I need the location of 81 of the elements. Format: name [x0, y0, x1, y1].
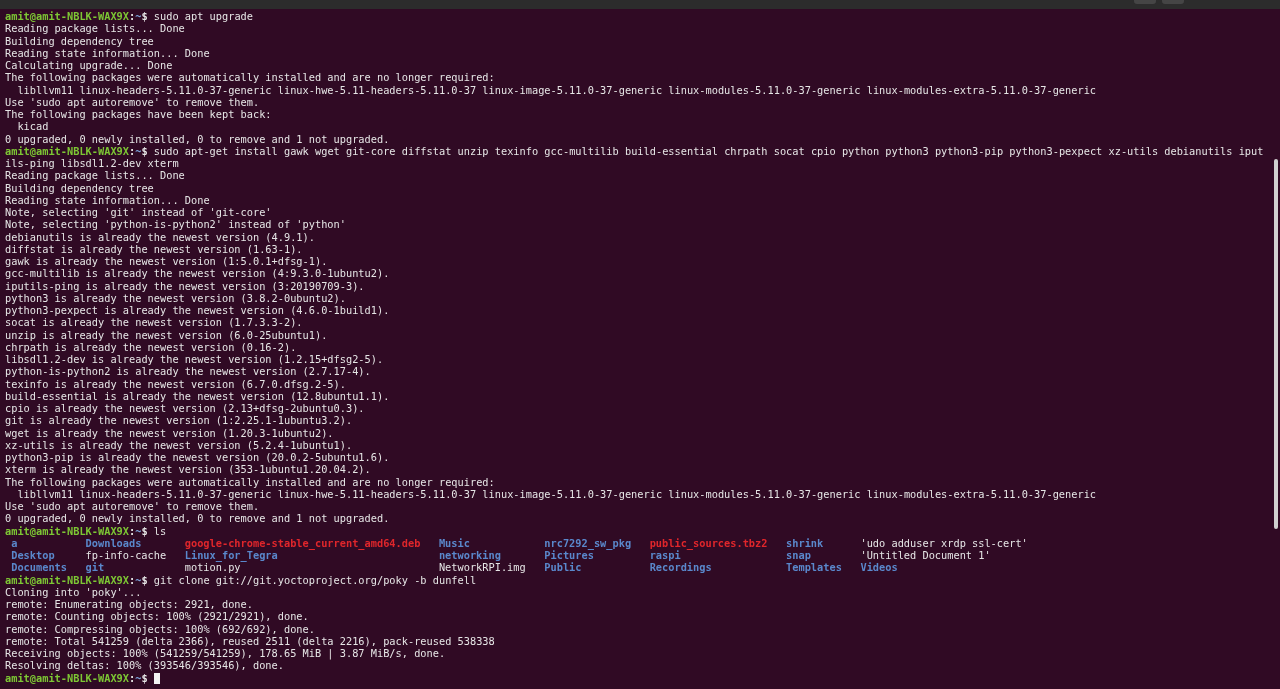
file-name: google-chrome-stable_current_amd64.deb	[184, 536, 422, 549]
output-line: remote: Compressing objects: 100% (692/692), done.	[5, 622, 315, 635]
command-text: sudo apt upgrade	[153, 10, 253, 23]
output-line: The following packages have been kept back:	[5, 108, 272, 121]
file-name: NetworkRPI.img	[438, 561, 527, 574]
output-line: chrpath is already the newest version (0.16-2).	[5, 340, 297, 353]
output-line: remote: Counting objects: 100% (2921/2921), done.	[5, 610, 309, 623]
output-line: 0 upgraded, 0 newly installed, 0 to remove and 1 not upgraded.	[5, 512, 390, 525]
directory-name: Downloads	[85, 536, 142, 549]
output-line: gcc-multilib is already the newest version (4:9.3.0-1ubuntu2).	[5, 267, 390, 280]
directory-name: networking	[438, 549, 502, 562]
file-name: public_sources.tbz2	[649, 536, 769, 549]
directory-name: Music	[438, 536, 471, 549]
output-line: remote: Total 541259 (delta 2366), reused 2511 (delta 2216), pack-reused 538338	[5, 634, 495, 647]
shell-prompt: amit@amit-NBLK-WAX9X:~$	[5, 144, 148, 157]
output-line: Cloning into 'poky'...	[5, 585, 142, 598]
output-line: remote: Enumerating objects: 2921, done.	[5, 598, 253, 611]
output-line: iputils-ping is already the newest version (3:20190709-3).	[5, 279, 365, 292]
directory-name: Documents	[11, 561, 68, 574]
shell-prompt: amit@amit-NBLK-WAX9X:~$	[5, 524, 148, 537]
shell-prompt: amit@amit-NBLK-WAX9X:~$	[5, 671, 148, 684]
output-line: python3-pexpect is already the newest version (4.6.0-1build1).	[5, 304, 390, 317]
file-name: 'udo adduser xrdp ssl-cert'	[860, 536, 1029, 549]
output-line: xterm is already the newest version (353-1ubuntu1.20.04.2).	[5, 463, 371, 476]
output-line: Use 'sudo apt autoremove' to remove them.	[5, 500, 260, 513]
directory-name: raspi	[649, 549, 681, 562]
directory-name: Linux_for_Tegra	[184, 549, 278, 562]
output-line: python3 is already the newest version (3.8.2-0ubuntu2).	[5, 291, 346, 304]
output-line: debianutils is already the newest version (4.9.1).	[5, 230, 315, 243]
shell-prompt: amit@amit-NBLK-WAX9X:~$	[5, 10, 148, 23]
file-name: motion.py	[184, 561, 241, 574]
directory-name: a	[11, 536, 18, 549]
output-line: Reading package lists... Done	[5, 22, 185, 35]
directory-name: shrink	[786, 536, 825, 549]
file-name: 'Untitled Document 1'	[860, 549, 992, 562]
output-line: xz-utils is already the newest version (5.2.4-1ubuntu1).	[5, 438, 353, 451]
output-line: diffstat is already the newest version (1.63-1).	[5, 242, 303, 255]
output-line: Use 'sudo apt autoremove' to remove them.	[5, 95, 260, 108]
output-line: libllvm11 linux-headers-5.11.0-37-generic linux-hwe-5.11-headers-5.11.0-37 linux-image-5.11.0-37-generic linux-modules-5.11.0-37-generic linux-modules-extra-5.11.0-37-generic	[17, 83, 1097, 96]
command-text: sudo apt-get install gawk wget git-core diffstat unzip texinfo gcc-multilib build-essential chrpath socat cpio python python3 python3-pip python3-pexpect xz-utils debianutils iput	[153, 144, 1264, 157]
output-line: python-is-python2 is already the newest version (2.7.17-4).	[5, 365, 371, 378]
command-text: git clone git://git.yoctoproject.org/poky -b dunfell	[153, 573, 477, 586]
output-line: 0 upgraded, 0 newly installed, 0 to remove and 1 not upgraded.	[5, 132, 390, 145]
output-line: Calculating upgrade... Done	[5, 59, 173, 72]
directory-name: Recordings	[649, 561, 713, 574]
output-line: gawk is already the newest version (1:5.0.1+dfsg-1).	[5, 255, 328, 268]
output-line: Receiving objects: 100% (541259/541259), 178.65 MiB | 3.87 MiB/s, done.	[5, 647, 446, 660]
output-line: Note, selecting 'git' instead of 'git-core'	[5, 206, 272, 219]
directory-name: Videos	[860, 561, 899, 574]
output-line: python3-pip is already the newest version (20.0.2-5ubuntu1.6).	[5, 451, 390, 464]
output-line: Reading state information... Done	[5, 46, 210, 59]
output-line: ils-ping libsdl1.2-dev xterm	[5, 157, 179, 170]
output-line: The following packages were automatically installed and are no longer required:	[5, 475, 495, 488]
directory-name: nrc7292_sw_pkg	[544, 536, 633, 549]
output-line: The following packages were automatically installed and are no longer required:	[5, 71, 495, 84]
file-name: fp-info-cache	[85, 549, 168, 562]
directory-name: snap	[786, 549, 812, 562]
output-line: build-essential is already the newest version (12.8ubuntu1.1).	[5, 389, 390, 402]
output-line: wget is already the newest version (1.20.3-1ubuntu2).	[5, 426, 334, 439]
output-line: libllvm11 linux-headers-5.11.0-37-generic linux-hwe-5.11-headers-5.11.0-37 linux-image-5.11.0-37-generic linux-modules-5.11.0-37-generic linux-modules-extra-5.11.0-37-generic	[17, 487, 1097, 500]
output-line: Building dependency tree	[5, 34, 154, 47]
shell-prompt: amit@amit-NBLK-WAX9X:~$	[5, 573, 148, 586]
output-line: cpio is already the newest version (2.13+dfsg-2ubuntu0.3).	[5, 402, 365, 415]
output-line: libsdl1.2-dev is already the newest version (1.2.15+dfsg2-5).	[5, 353, 384, 366]
output-line: Resolving deltas: 100% (393546/393546), done.	[5, 659, 284, 672]
output-line: Reading state information... Done	[5, 193, 210, 206]
output-line: Reading package lists... Done	[5, 169, 185, 182]
output-line: Note, selecting 'python-is-python2' instead of 'python'	[5, 218, 346, 231]
directory-name: Public	[544, 561, 583, 574]
directory-name: git	[85, 561, 105, 574]
directory-name: Templates	[786, 561, 843, 574]
output-line: texinfo is already the newest version (6.7.0.dfsg.2-5).	[5, 377, 346, 390]
output-line: git is already the newest version (1:2.25.1-1ubuntu3.2).	[5, 414, 353, 427]
output-line: kicad	[17, 120, 49, 133]
scrollbar-thumb[interactable]	[1274, 159, 1278, 529]
output-line: Building dependency tree	[5, 181, 154, 194]
directory-name: Desktop	[11, 549, 56, 562]
output-line: socat is already the newest version (1.7.3.3-2).	[5, 316, 303, 329]
directory-name: Pictures	[544, 549, 594, 562]
output-line: unzip is already the newest version (6.0-25ubuntu1).	[5, 328, 328, 341]
command-text: ls	[153, 524, 167, 537]
